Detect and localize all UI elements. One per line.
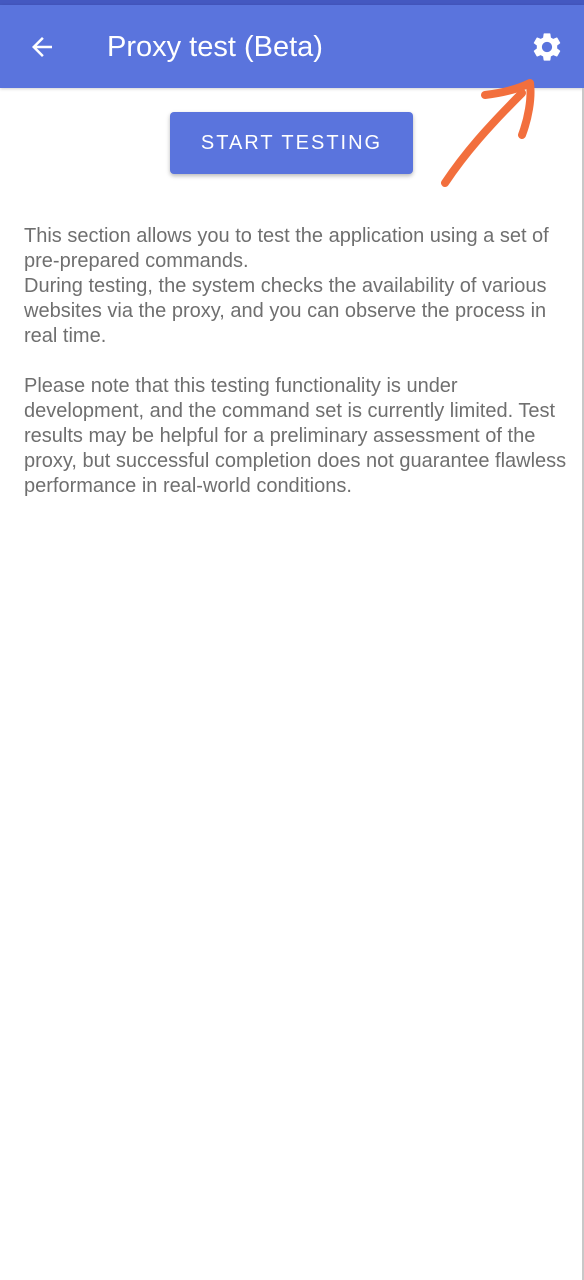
back-button[interactable]	[22, 27, 62, 67]
arrow-left-icon	[32, 37, 52, 57]
app-bar: Proxy test (Beta)	[0, 5, 584, 88]
page-title: Proxy test (Beta)	[107, 31, 323, 63]
settings-button[interactable]	[526, 26, 568, 68]
description-paragraph-2: During testing, the system checks the av…	[24, 275, 547, 347]
description-text: This section allows you to test the appl…	[24, 224, 569, 499]
description-paragraph-1: This section allows you to test the appl…	[24, 225, 549, 272]
description-paragraph-3: Please note that this testing functional…	[24, 375, 567, 497]
start-testing-button[interactable]: START TESTING	[170, 112, 413, 174]
gear-icon	[533, 33, 561, 61]
